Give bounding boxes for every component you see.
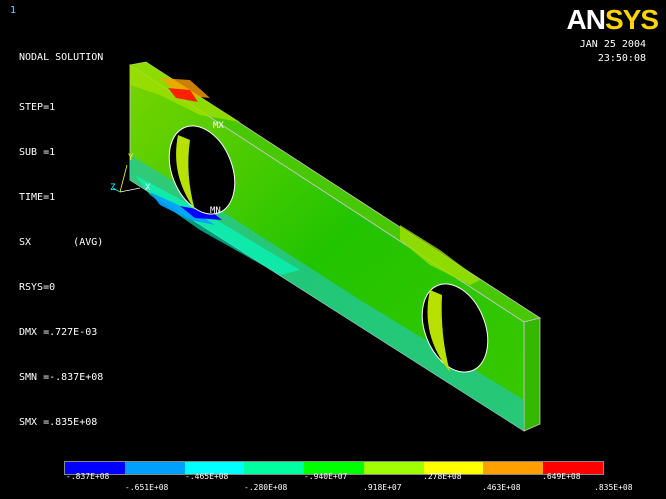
legend-label-lower: -.651E+08 xyxy=(125,483,169,492)
graphics-window[interactable]: 1 NODAL SOLUTION STEP=1 SUB =1 TIME=1 SX… xyxy=(0,0,666,499)
contour-legend-labels: -.837E+08 -.465E+08 -.940E+07 .278E+08 .… xyxy=(62,472,642,496)
min-marker-label: MN xyxy=(210,206,221,216)
legend-label-upper: .278E+08 xyxy=(423,472,462,481)
legend-label-lower: -.280E+08 xyxy=(244,483,288,492)
max-marker-label: MX xyxy=(213,121,224,131)
stress-contour-model[interactable]: MX MN X Y Z xyxy=(0,0,666,499)
triad-z-label: Z xyxy=(110,183,116,193)
legend-label-lower: .835E+08 xyxy=(594,483,633,492)
triad-x-label: X xyxy=(145,183,151,193)
plate-end-face xyxy=(523,317,541,432)
triad-y-label: Y xyxy=(128,153,134,163)
legend-label-upper: -.940E+07 xyxy=(304,472,348,481)
legend-label-upper: .649E+08 xyxy=(542,472,581,481)
legend-label-upper: -.837E+08 xyxy=(66,472,110,481)
legend-label-upper: -.465E+08 xyxy=(185,472,229,481)
legend-label-lower: .918E+07 xyxy=(363,483,402,492)
legend-label-lower: .463E+08 xyxy=(482,483,521,492)
